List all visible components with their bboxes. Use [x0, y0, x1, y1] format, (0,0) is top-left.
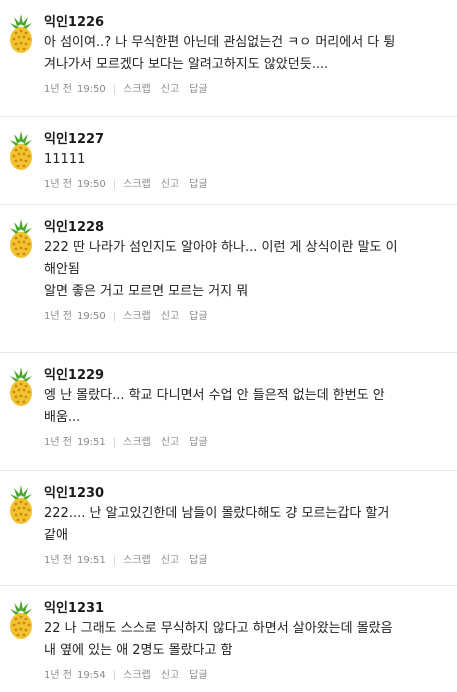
comment-line: 아 섬이여..? 나 무식한편 아닌데 관심없는건 ㅋㅇ 머리에서 다 튕	[44, 35, 396, 50]
comment-body: 222 딴 나라가 섬인지도 알아야 하나... 이런 게 상식이란 말도 이해…	[44, 237, 451, 303]
comment-date: 1년 전	[44, 555, 72, 566]
pineapple-icon	[6, 217, 36, 259]
comment-meta: 1년 전 19:50 | 스크랩 신고 답글	[44, 177, 451, 193]
comment-body: 아 섬이여..? 나 무식한편 아닌데 관심없는건 ㅋㅇ 머리에서 다 튕겨나가…	[44, 32, 451, 76]
scrap-button[interactable]: 스크랩	[123, 311, 151, 322]
comment-item: 익인1230 222.... 난 알고있긴한데 남들이 몰랐다해도 걍 모르는갑…	[0, 471, 457, 586]
scrap-button[interactable]: 스크랩	[123, 84, 151, 95]
comment-item: 익인1229 엥 난 몰랐다... 학교 다니면서 수업 안 들은적 없는데 한…	[0, 353, 457, 471]
comment-line: 222.... 난 알고있긴한데 남들이 몰랐다해도 걍 모르는갑다 할거	[44, 506, 390, 521]
reply-button[interactable]: 답글	[189, 437, 207, 448]
divider: |	[112, 84, 117, 95]
comment-line: 222 딴 나라가 섬인지도 알아야 하나... 이런 게 상식이란 말도 이	[44, 240, 398, 255]
scrap-button[interactable]: 스크랩	[123, 670, 151, 681]
comment-line: 22 나 그래도 스스로 무식하지 않다고 하면서 살아왔는데 몰랐음	[44, 621, 393, 636]
reply-button[interactable]: 답글	[189, 84, 207, 95]
pineapple-icon	[6, 483, 36, 525]
divider: |	[112, 555, 117, 566]
comment-date: 1년 전	[44, 179, 72, 190]
report-button[interactable]: 신고	[161, 555, 179, 566]
scrap-button[interactable]: 스크랩	[123, 437, 151, 448]
comment-date: 1년 전	[44, 670, 72, 681]
comment-nickname[interactable]: 익인1230	[44, 484, 451, 503]
divider: |	[112, 311, 117, 322]
comment-item: 익인1231 22 나 그래도 스스로 무식하지 않다고 하면서 살아왔는데 몰…	[0, 586, 457, 692]
report-button[interactable]: 신고	[161, 437, 179, 448]
comment-content: 익인1229 엥 난 몰랐다... 학교 다니면서 수업 안 들은적 없는데 한…	[44, 366, 451, 451]
divider: |	[112, 437, 117, 448]
comment-content: 익인1227 11111 1년 전 19:50 | 스크랩 신고 답글	[44, 130, 451, 193]
pineapple-icon	[6, 12, 36, 54]
comment-content: 익인1226 아 섬이여..? 나 무식한편 아닌데 관심없는건 ㅋㅇ 머리에서…	[44, 13, 451, 98]
comment-body: 222.... 난 알고있긴한데 남들이 몰랐다해도 걍 모르는갑다 할거같애	[44, 503, 451, 547]
comment-time: 19:50	[76, 179, 106, 190]
comment-date: 1년 전	[44, 311, 72, 322]
report-button[interactable]: 신고	[161, 179, 179, 190]
comment-content: 익인1228 222 딴 나라가 섬인지도 알아야 하나... 이런 게 상식이…	[44, 218, 451, 325]
comment-time: 19:54	[76, 670, 106, 681]
reply-button[interactable]: 답글	[189, 555, 207, 566]
comment-line: 해안됨	[44, 262, 80, 277]
comment-line: 내 옆에 있는 애 2명도 몰랐다고 함	[44, 643, 233, 658]
comment-line: 엥 난 몰랐다... 학교 다니면서 수업 안 들은적 없는데 한번도 안	[44, 388, 385, 403]
comment-nickname[interactable]: 익인1231	[44, 599, 451, 618]
comment-item: 익인1226 아 섬이여..? 나 무식한편 아닌데 관심없는건 ㅋㅇ 머리에서…	[0, 0, 457, 117]
comment-line: 11111	[44, 152, 86, 167]
comment-line: 배움...	[44, 410, 81, 425]
report-button[interactable]: 신고	[161, 311, 179, 322]
divider: |	[112, 670, 117, 681]
reply-button[interactable]: 답글	[189, 670, 207, 681]
comment-body: 22 나 그래도 스스로 무식하지 않다고 하면서 살아왔는데 몰랐음내 옆에 …	[44, 618, 451, 662]
scrap-button[interactable]: 스크랩	[123, 555, 151, 566]
comment-time: 19:51	[76, 437, 106, 448]
reply-button[interactable]: 답글	[189, 311, 207, 322]
reply-button[interactable]: 답글	[189, 179, 207, 190]
comment-date: 1년 전	[44, 437, 72, 448]
divider: |	[112, 179, 117, 190]
scrap-button[interactable]: 스크랩	[123, 179, 151, 190]
comment-time: 19:51	[76, 555, 106, 566]
comment-item: 익인1228 222 딴 나라가 섬인지도 알아야 하나... 이런 게 상식이…	[0, 205, 457, 353]
comment-nickname[interactable]: 익인1228	[44, 218, 451, 237]
comment-content: 익인1230 222.... 난 알고있긴한데 남들이 몰랐다해도 걍 모르는갑…	[44, 484, 451, 569]
pineapple-icon	[6, 129, 36, 171]
comment-meta: 1년 전 19:54 | 스크랩 신고 답글	[44, 668, 451, 684]
comment-content: 익인1231 22 나 그래도 스스로 무식하지 않다고 하면서 살아왔는데 몰…	[44, 599, 451, 684]
report-button[interactable]: 신고	[161, 670, 179, 681]
comment-meta: 1년 전 19:51 | 스크랩 신고 답글	[44, 553, 451, 569]
comment-time: 19:50	[76, 84, 106, 95]
pineapple-icon	[6, 598, 36, 640]
pineapple-icon	[6, 365, 36, 407]
report-button[interactable]: 신고	[161, 84, 179, 95]
comment-meta: 1년 전 19:50 | 스크랩 신고 답글	[44, 309, 451, 325]
comment-body: 11111	[44, 149, 451, 171]
comment-time: 19:50	[76, 311, 106, 322]
comment-line: 같애	[44, 528, 68, 543]
comment-nickname[interactable]: 익인1229	[44, 366, 451, 385]
comment-line: 알면 좋은 거고 모르면 모르는 거지 뭐	[44, 284, 249, 299]
comment-meta: 1년 전 19:50 | 스크랩 신고 답글	[44, 82, 451, 98]
comment-nickname[interactable]: 익인1227	[44, 130, 451, 149]
comment-list: 익인1226 아 섬이여..? 나 무식한편 아닌데 관심없는건 ㅋㅇ 머리에서…	[0, 0, 457, 692]
comment-body: 엥 난 몰랐다... 학교 다니면서 수업 안 들은적 없는데 한번도 안배움.…	[44, 385, 451, 429]
comment-date: 1년 전	[44, 84, 72, 95]
comment-meta: 1년 전 19:51 | 스크랩 신고 답글	[44, 435, 451, 451]
comment-line: 겨나가서 모르겠다 보다는 알려고하지도 않았던듯....	[44, 57, 329, 72]
comment-item: 익인1227 11111 1년 전 19:50 | 스크랩 신고 답글	[0, 117, 457, 205]
comment-nickname[interactable]: 익인1226	[44, 13, 451, 32]
